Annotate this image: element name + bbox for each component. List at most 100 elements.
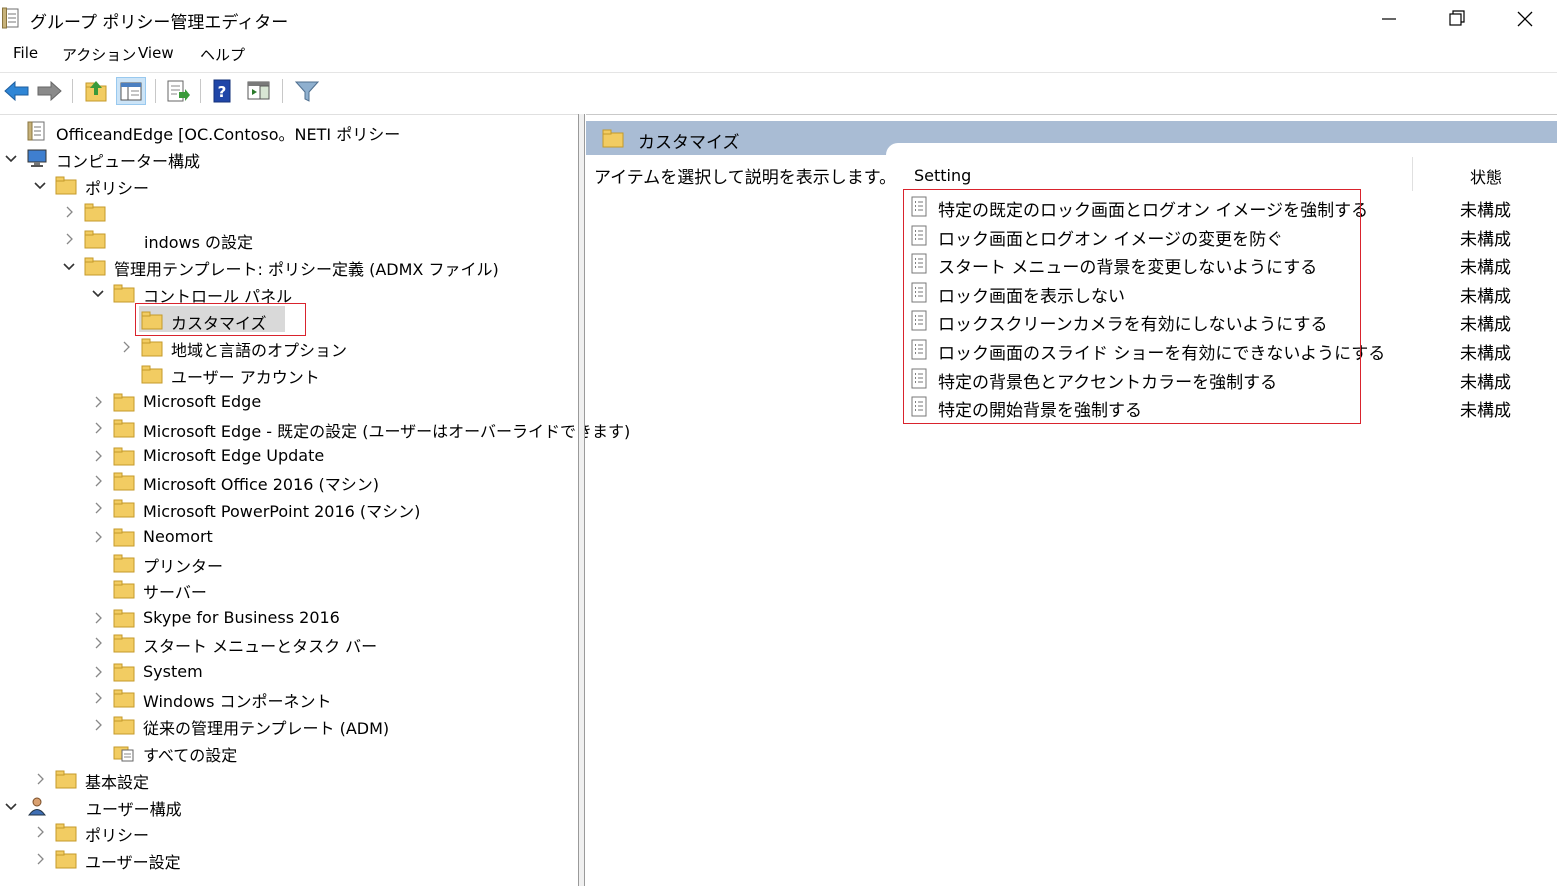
details-title: カスタマイズ xyxy=(638,133,740,153)
toolbar-separator xyxy=(282,79,283,103)
chevron-right-icon[interactable] xyxy=(33,823,47,843)
tree-item-label: Microsoft Edge xyxy=(143,392,262,411)
header-fold xyxy=(886,143,1557,155)
menu-file[interactable]: File xyxy=(13,44,38,62)
chevron-right-icon[interactable] xyxy=(91,663,105,683)
policy-icon xyxy=(26,121,48,141)
pane-splitter[interactable] xyxy=(578,114,585,886)
chevron-right-icon[interactable] xyxy=(91,689,105,709)
export-list-button[interactable] xyxy=(163,77,193,105)
chevron-right-icon[interactable] xyxy=(91,499,105,519)
menu-action[interactable]: アクション xyxy=(62,44,136,65)
setting-state: 未構成 xyxy=(1460,201,1511,221)
show-hide-action-pane-button[interactable] xyxy=(244,77,274,105)
chevron-right-icon[interactable] xyxy=(91,393,105,413)
restore-icon xyxy=(1449,10,1465,26)
menu-help[interactable]: ヘルプ xyxy=(200,44,245,65)
tree-item-label: 従来の管理用テンプレート (ADM) xyxy=(143,719,390,738)
folder-icon xyxy=(113,633,135,653)
chevron-right-icon[interactable] xyxy=(33,850,47,870)
show-hide-console-tree-button[interactable] xyxy=(116,77,146,105)
chevron-down-icon[interactable] xyxy=(33,176,47,196)
forward-button[interactable] xyxy=(34,77,64,105)
tree-item-label: ポリシー xyxy=(85,826,150,845)
title-bar: グループ ポリシー管理エディター xyxy=(0,0,1557,38)
toolbar-separator xyxy=(200,79,201,103)
back-arrow-icon xyxy=(4,80,29,102)
restore-button[interactable] xyxy=(1434,4,1480,34)
export-list-icon xyxy=(167,80,190,102)
tree-item-label: OfficeandEdge [OC.Contoso。NETI ポリシー xyxy=(56,125,401,144)
tree-item-label: Microsoft Office 2016 (マシン) xyxy=(143,475,379,494)
folder-icon xyxy=(55,769,77,789)
folder-icon xyxy=(55,849,77,869)
window-title: グループ ポリシー管理エディター xyxy=(30,13,289,33)
chevron-down-icon[interactable] xyxy=(4,149,18,169)
setting-state: 未構成 xyxy=(1460,286,1511,307)
chevron-down-icon[interactable] xyxy=(4,797,18,817)
chevron-down-icon[interactable] xyxy=(62,257,76,277)
policy-editor-icon xyxy=(2,7,19,29)
close-icon xyxy=(1517,11,1533,27)
forward-arrow-icon xyxy=(37,80,62,102)
chevron-right-icon[interactable] xyxy=(119,338,133,358)
folder-icon xyxy=(55,822,77,842)
console-tree-icon xyxy=(120,82,142,101)
column-divider[interactable] xyxy=(1412,157,1413,191)
chevron-right-icon[interactable] xyxy=(91,634,105,654)
tree-item-label: Skype for Business 2016 xyxy=(143,608,340,627)
chevron-right-icon[interactable] xyxy=(62,203,76,223)
back-button[interactable] xyxy=(2,77,32,105)
folder-icon xyxy=(113,392,135,412)
folder-icon xyxy=(113,446,135,466)
folder-icon xyxy=(113,662,135,682)
menu-bar: File アクション View ヘルプ xyxy=(0,40,1557,70)
folder-icon xyxy=(84,256,106,276)
minimize-button[interactable] xyxy=(1366,4,1412,34)
filter-icon xyxy=(294,81,320,102)
folder-icon xyxy=(113,471,135,491)
filter-options-button[interactable] xyxy=(292,77,322,105)
toolbar-separator xyxy=(155,79,156,103)
tree-item-label: 基本設定 xyxy=(85,773,150,792)
tree-item-label: ポリシー xyxy=(85,179,150,198)
chevron-right-icon[interactable] xyxy=(91,447,105,467)
folder-icon xyxy=(113,608,135,628)
computer-icon xyxy=(26,148,48,168)
tree-item-label: カスタマイズ xyxy=(171,314,267,333)
chevron-right-icon[interactable] xyxy=(91,419,105,439)
toolbar: ? xyxy=(0,72,1557,109)
column-header-state[interactable]: 状態 xyxy=(1470,164,1502,188)
folder-icon xyxy=(602,129,624,148)
all-settings-icon xyxy=(113,742,135,762)
column-header-setting[interactable]: Setting xyxy=(914,166,971,185)
chevron-right-icon[interactable] xyxy=(91,716,105,736)
up-one-level-button[interactable] xyxy=(82,77,112,105)
chevron-right-icon[interactable] xyxy=(62,230,76,250)
tree-item-label: Microsoft PowerPoint 2016 (マシン) xyxy=(143,502,421,521)
folder-icon xyxy=(113,688,135,708)
folder-icon xyxy=(113,498,135,518)
action-pane-icon xyxy=(247,81,270,100)
chevron-right-icon[interactable] xyxy=(91,472,105,492)
svg-text:?: ? xyxy=(218,83,227,101)
chevron-right-icon[interactable] xyxy=(91,528,105,548)
menu-view[interactable]: View xyxy=(138,44,174,62)
close-button[interactable] xyxy=(1502,4,1548,34)
console-tree[interactable]: OfficeandEdge [OC.Contoso。NETI ポリシー コンピュー… xyxy=(0,114,630,887)
help-icon: ? xyxy=(213,79,231,103)
description-text: アイテムを選択して説明を表示します。 xyxy=(594,168,897,188)
minimize-icon xyxy=(1382,18,1396,20)
folder-icon xyxy=(113,579,135,599)
details-pane: カスタマイズ アイテムを選択して説明を表示します。 Setting 状態 特定の… xyxy=(586,114,1557,887)
folder-up-icon xyxy=(85,81,107,102)
tree-item-label: コンピューター構成 xyxy=(56,152,201,171)
chevron-right-icon[interactable] xyxy=(33,770,47,790)
chevron-down-icon[interactable] xyxy=(91,284,105,304)
folder-icon xyxy=(113,283,135,303)
folder-icon xyxy=(141,310,163,330)
help-button[interactable]: ? xyxy=(208,77,238,105)
tree-item-label: Microsoft Edge - 既定の設定 (ユーザーはオーバーライドできます… xyxy=(143,422,631,441)
tree-item-label: サーバー xyxy=(143,583,207,602)
chevron-right-icon[interactable] xyxy=(91,609,105,629)
